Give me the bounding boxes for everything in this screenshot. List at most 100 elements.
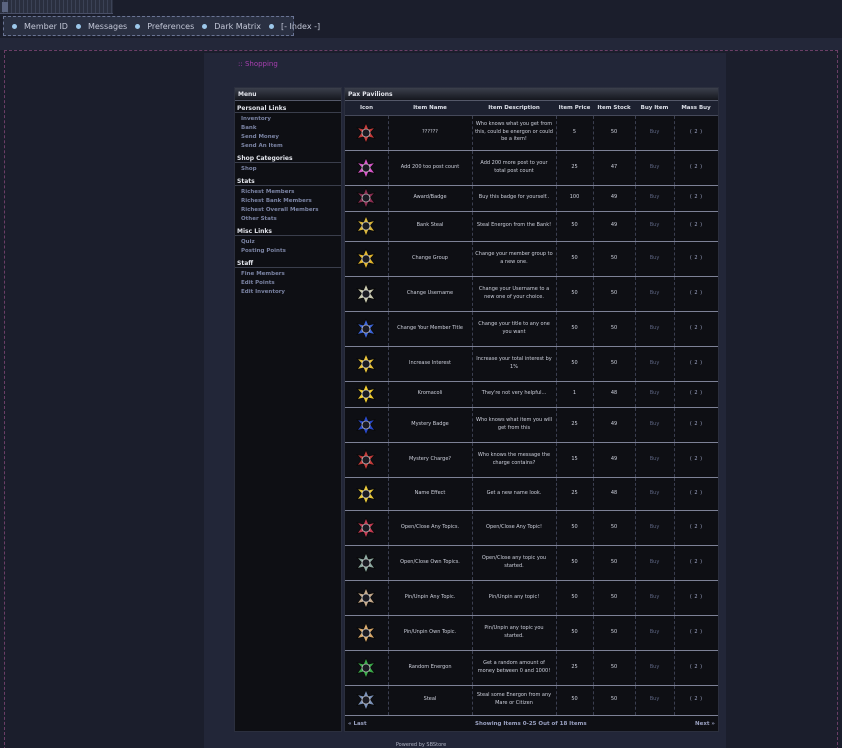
buy-item-link[interactable]: Buy: [634, 311, 674, 347]
mass-buy-link[interactable]: ( 2 ): [673, 685, 718, 716]
mass-buy-link[interactable]: ( 2 ): [673, 407, 718, 443]
mass-buy-link[interactable]: ( 2 ): [673, 381, 718, 408]
buy-item-link[interactable]: Buy: [634, 276, 674, 312]
column-header: Item Description: [472, 101, 556, 116]
table-row: ?????? Who knows what you get from this, …: [345, 115, 718, 151]
menu-link[interactable]: Other Stats: [241, 215, 341, 224]
menu-link[interactable]: Edit Points: [241, 279, 341, 288]
mass-buy-link[interactable]: ( 2 ): [673, 211, 718, 242]
item-name: Mystery Badge: [387, 407, 472, 443]
shop-rows: ?????? Who knows what you get from this, …: [345, 115, 718, 716]
buy-item-link[interactable]: Buy: [634, 241, 674, 277]
item-icon-cell: [345, 615, 388, 651]
nav-messages[interactable]: Messages: [75, 22, 127, 31]
buy-item-link[interactable]: Buy: [634, 185, 674, 212]
buy-item-link[interactable]: Buy: [634, 346, 674, 382]
buy-item-link[interactable]: Buy: [634, 510, 674, 546]
item-description: Who knows the message the charge contain…: [471, 442, 556, 478]
mass-buy-link[interactable]: ( 2 ): [673, 580, 718, 616]
item-stock: 50: [592, 580, 635, 616]
badge-icon: [356, 187, 377, 209]
column-header: Icon: [345, 101, 388, 116]
menu-link[interactable]: Posting Points: [241, 247, 341, 256]
item-price: 50: [555, 615, 593, 651]
mass-buy-link[interactable]: ( 2 ): [673, 185, 718, 212]
menu-link[interactable]: Bank: [241, 124, 341, 133]
item-price: 50: [555, 545, 593, 581]
item-icon-cell: [345, 346, 388, 382]
table-row: Steal Steal some Energon from any Mare or…: [345, 685, 718, 716]
mass-buy-link[interactable]: ( 2 ): [673, 477, 718, 511]
header-strip: [0, 38, 842, 50]
mass-buy-link[interactable]: ( 2 ): [673, 241, 718, 277]
item-stock: 50: [592, 650, 635, 686]
buy-item-link[interactable]: Buy: [634, 615, 674, 651]
mass-buy-link[interactable]: ( 2 ): [673, 346, 718, 382]
menu-link[interactable]: Edit Inventory: [241, 288, 341, 297]
mass-buy-link[interactable]: ( 2 ): [673, 650, 718, 686]
table-row: Open/Close Any Topics. Open/Close Any Top…: [345, 510, 718, 546]
menu-link[interactable]: Fine Members: [241, 270, 341, 279]
mass-buy-link[interactable]: ( 2 ): [673, 276, 718, 312]
mass-buy-link[interactable]: ( 2 ): [673, 510, 718, 546]
item-name: Open/Close Any Topics.: [387, 510, 472, 546]
item-icon-cell: [345, 510, 388, 546]
menu-link[interactable]: Richest Bank Members: [241, 197, 341, 206]
mass-buy-link[interactable]: ( 2 ): [673, 115, 718, 151]
open-close-own-icon: [356, 551, 377, 574]
steal-icon: [356, 689, 377, 711]
item-description: Change your Username to a new one of you…: [471, 276, 556, 312]
menu-link[interactable]: Quiz: [241, 238, 341, 247]
table-row: Open/Close Own Topics. Open/Close any top…: [345, 545, 718, 581]
item-name: Pin/Unpin Own Topic.: [387, 615, 472, 651]
item-stock: 50: [592, 685, 635, 716]
buy-item-link[interactable]: Buy: [634, 407, 674, 443]
buy-item-link[interactable]: Buy: [634, 381, 674, 408]
item-stock: 47: [592, 150, 635, 186]
buy-item-link[interactable]: Buy: [634, 685, 674, 716]
item-icon-cell: [345, 115, 388, 151]
breadcrumb[interactable]: :: Shopping: [238, 60, 278, 68]
item-icon-cell: [345, 580, 388, 616]
nav-preferences[interactable]: Preferences: [135, 22, 194, 31]
prev-page-link[interactable]: « Last: [348, 721, 367, 727]
buy-item-link[interactable]: Buy: [634, 650, 674, 686]
column-header: Item Stock: [593, 101, 635, 116]
mass-buy-link[interactable]: ( 2 ): [673, 150, 718, 186]
item-name: Open/Close Own Topics.: [387, 545, 472, 581]
menu-link[interactable]: Send An Item: [241, 142, 341, 151]
bullet-icon: [12, 23, 17, 29]
buy-item-link[interactable]: Buy: [634, 580, 674, 616]
buy-item-link[interactable]: Buy: [634, 115, 674, 151]
item-description: Increase your total interest by 1%: [471, 346, 556, 382]
nav-label: Preferences: [147, 21, 195, 31]
site-logo: [0, 0, 113, 14]
buy-item-link[interactable]: Buy: [634, 150, 674, 186]
menu-link[interactable]: Send Money: [241, 133, 341, 142]
column-header: Item Price: [556, 101, 593, 116]
nav-dark-matrix[interactable]: Dark Matrix: [202, 22, 261, 31]
mass-buy-link[interactable]: ( 2 ): [673, 545, 718, 581]
menu-link[interactable]: Richest Overall Members: [241, 206, 341, 215]
item-description: Who knows what item you will get from th…: [471, 407, 556, 443]
item-name: Random Energon: [387, 650, 472, 686]
bank-steal-icon: [356, 215, 377, 237]
mass-buy-link[interactable]: ( 2 ): [673, 442, 718, 478]
table-header-row: Icon Item Name Item Description Item Pri…: [345, 101, 718, 116]
nav-member-id[interactable]: Member ID: [12, 22, 68, 31]
mass-buy-link[interactable]: ( 2 ): [673, 311, 718, 347]
buy-item-link[interactable]: Buy: [634, 442, 674, 478]
mass-buy-link[interactable]: ( 2 ): [673, 615, 718, 651]
nav-index[interactable]: [- Index -]: [268, 22, 320, 31]
shop-title: Pax Pavilions: [345, 88, 718, 101]
open-close-any-icon: [356, 516, 377, 539]
menu-link[interactable]: Richest Members: [241, 188, 341, 197]
buy-item-link[interactable]: Buy: [634, 545, 674, 581]
column-header: Mass Buy: [674, 101, 718, 116]
buy-item-link[interactable]: Buy: [634, 211, 674, 242]
bullet-icon: [135, 23, 141, 29]
menu-link[interactable]: Inventory: [241, 115, 341, 124]
buy-item-link[interactable]: Buy: [634, 477, 674, 511]
menu-link[interactable]: Shop: [241, 165, 341, 174]
next-page-link[interactable]: Next »: [695, 721, 715, 727]
